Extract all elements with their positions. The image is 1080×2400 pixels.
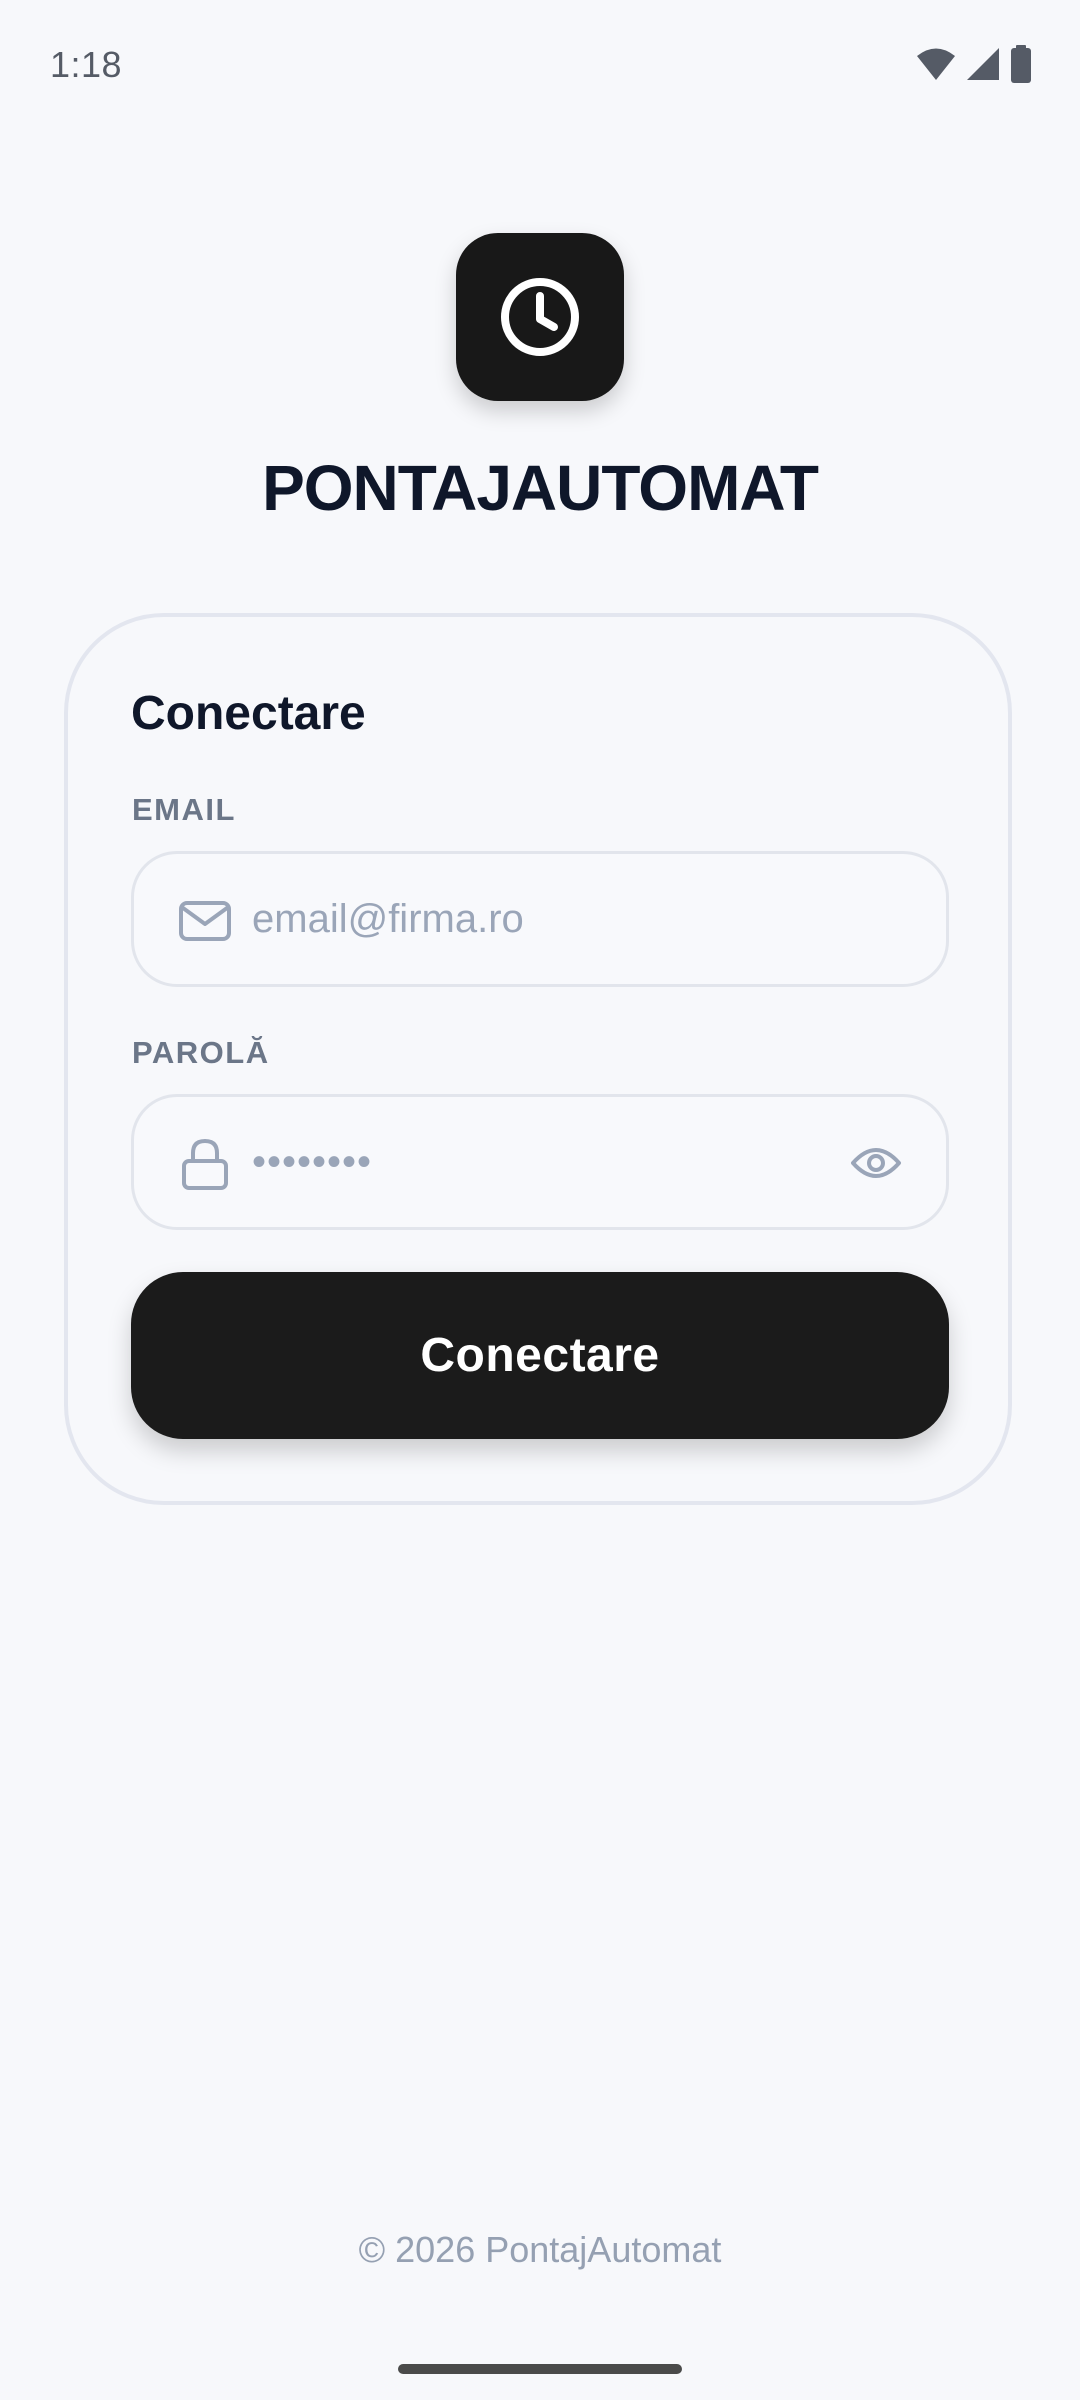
password-field[interactable]: •••••••• [131, 1094, 949, 1230]
cellular-signal-icon [967, 48, 999, 80]
mail-icon [179, 901, 231, 941]
password-label: PAROLĂ [132, 1035, 270, 1070]
email-placeholder: email@firma.ro [252, 897, 524, 941]
status-bar: 1:18 [0, 0, 1080, 130]
email-label: EMAIL [132, 792, 236, 827]
status-icons [916, 44, 1032, 84]
status-time: 1:18 [50, 44, 123, 85]
footer-copyright: © 2026 PontajAutomat [358, 2229, 722, 2270]
clock-icon [501, 278, 579, 356]
app-title: PONTAJAUTOMAT [262, 452, 819, 524]
battery-icon [1011, 45, 1031, 83]
lock-icon [182, 1138, 228, 1190]
login-form-title: Conectare [131, 687, 366, 740]
email-field[interactable]: email@firma.ro [131, 851, 949, 987]
eye-icon[interactable] [850, 1139, 902, 1187]
app-logo [456, 233, 624, 401]
login-submit-button[interactable]: Conectare [131, 1272, 949, 1439]
password-masked-value: •••••••• [252, 1140, 373, 1184]
home-indicator[interactable] [398, 2364, 682, 2374]
wifi-icon [917, 48, 955, 80]
